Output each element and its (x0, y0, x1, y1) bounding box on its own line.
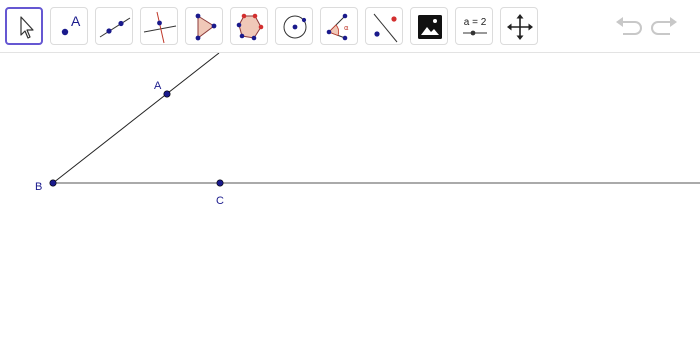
graphics-view[interactable]: A B C (0, 53, 700, 350)
angle-icon: α (326, 13, 349, 41)
angle-tool-button[interactable]: α (320, 7, 358, 45)
point-b-label: B (35, 181, 42, 193)
slider-tool-button[interactable]: a = 2 (455, 7, 493, 45)
undo-icon[interactable] (613, 12, 643, 42)
circle-with-center-icon (283, 15, 307, 39)
point-tool-button[interactable]: A (50, 7, 88, 45)
point-a[interactable] (163, 90, 171, 98)
slider-tool-label: a = 2 (464, 17, 487, 28)
point-tool-label: A (71, 13, 81, 29)
ray-ba[interactable] (52, 53, 220, 184)
polygon-tool-button[interactable] (185, 7, 223, 45)
move-view-icon (507, 14, 533, 40)
point-c-label: C (216, 195, 224, 207)
point-c[interactable] (216, 179, 224, 187)
angle-tool-label: α (344, 24, 349, 32)
move-tool-button[interactable] (5, 7, 43, 45)
reflect-tool-button[interactable] (365, 7, 403, 45)
redo-icon[interactable] (650, 12, 680, 42)
triangle-polygon-icon (195, 13, 217, 41)
point-icon: A (61, 13, 81, 36)
regular-polygon-tool-button[interactable] (230, 7, 268, 45)
line-tool-button[interactable] (95, 7, 133, 45)
pentagon-icon (236, 13, 264, 41)
circle-tool-button[interactable] (275, 7, 313, 45)
point-a-label: A (154, 80, 162, 92)
slider-icon: a = 2 (463, 17, 487, 36)
move-graphics-view-tool-button[interactable] (500, 7, 538, 45)
toolbar: A α a = 2 (0, 0, 700, 53)
perpendicular-line-tool-button[interactable] (140, 7, 178, 45)
perpendicular-line-icon (143, 11, 177, 44)
arrow-cursor-icon (20, 16, 34, 39)
point-b[interactable] (49, 179, 57, 187)
image-icon (418, 15, 442, 39)
reflect-about-line-icon (373, 13, 398, 43)
line-through-two-points-icon (99, 17, 131, 38)
image-tool-button[interactable] (410, 7, 448, 45)
